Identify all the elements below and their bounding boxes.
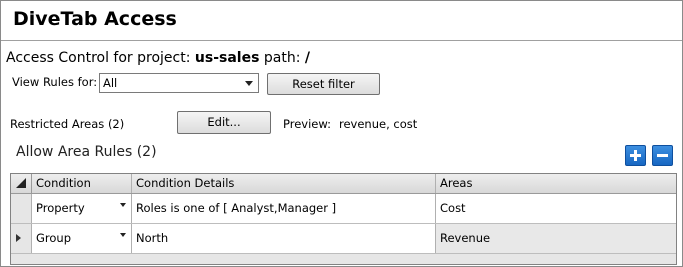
row-header[interactable]	[11, 194, 32, 223]
areas-cell[interactable]: Cost	[436, 194, 676, 223]
condition-value: Property	[36, 201, 85, 215]
condition-details-cell[interactable]: North	[132, 224, 436, 253]
plus-icon-vertical	[634, 150, 637, 161]
allow-rules-header: Allow Area Rules (2)	[16, 144, 157, 160]
table-row[interactable]: Property Roles is one of [ Analyst,Manag…	[11, 194, 676, 224]
divetab-access-window: DiveTab Access Access Control for projec…	[0, 0, 683, 267]
project-name: us-sales	[194, 50, 260, 66]
areas-cell[interactable]: Revenue	[436, 224, 676, 253]
chevron-down-icon	[245, 81, 253, 86]
remove-rule-button[interactable]	[652, 145, 673, 166]
add-rule-button[interactable]	[625, 145, 646, 166]
condition-cell[interactable]: Property	[32, 194, 132, 223]
window-title: DiveTab Access	[13, 8, 177, 30]
view-rules-select[interactable]: All	[99, 73, 259, 93]
title-bar: DiveTab Access	[1, 1, 682, 41]
access-control-line: Access Control for project: us-sales pat…	[6, 50, 310, 66]
column-header-condition[interactable]: Condition	[32, 174, 132, 193]
select-all-corner[interactable]	[11, 174, 32, 193]
minus-icon	[657, 154, 668, 157]
column-header-areas[interactable]: Areas	[436, 174, 676, 193]
column-header-condition-details[interactable]: Condition Details	[132, 174, 436, 193]
preview-label: Preview:	[283, 117, 332, 131]
table-row[interactable]: Group North Revenue	[11, 224, 676, 254]
access-control-prefix: Access Control for project:	[6, 50, 191, 66]
condition-value: Group	[36, 231, 72, 245]
restricted-areas-label: Restricted Areas (2)	[10, 117, 125, 131]
view-rules-label: View Rules for:	[12, 75, 98, 89]
row-header[interactable]	[11, 224, 32, 253]
chevron-down-icon[interactable]	[120, 203, 126, 207]
reset-filter-button[interactable]: Reset filter	[267, 73, 380, 95]
path-label: path:	[263, 50, 301, 66]
edit-restricted-button[interactable]: Edit...	[177, 111, 271, 134]
condition-cell[interactable]: Group	[32, 224, 132, 253]
corner-triangle-icon	[16, 178, 26, 188]
chevron-down-icon[interactable]	[120, 233, 126, 237]
condition-details-cell[interactable]: Roles is one of [ Analyst,Manager ]	[132, 194, 436, 223]
allow-rules-grid: Condition Condition Details Areas Proper…	[10, 173, 677, 265]
view-rules-selected: All	[103, 76, 118, 90]
current-row-indicator-icon	[16, 234, 21, 242]
path-value: /	[304, 50, 311, 66]
preview-value: revenue, cost	[339, 117, 418, 131]
grid-header-row: Condition Condition Details Areas	[11, 174, 676, 194]
